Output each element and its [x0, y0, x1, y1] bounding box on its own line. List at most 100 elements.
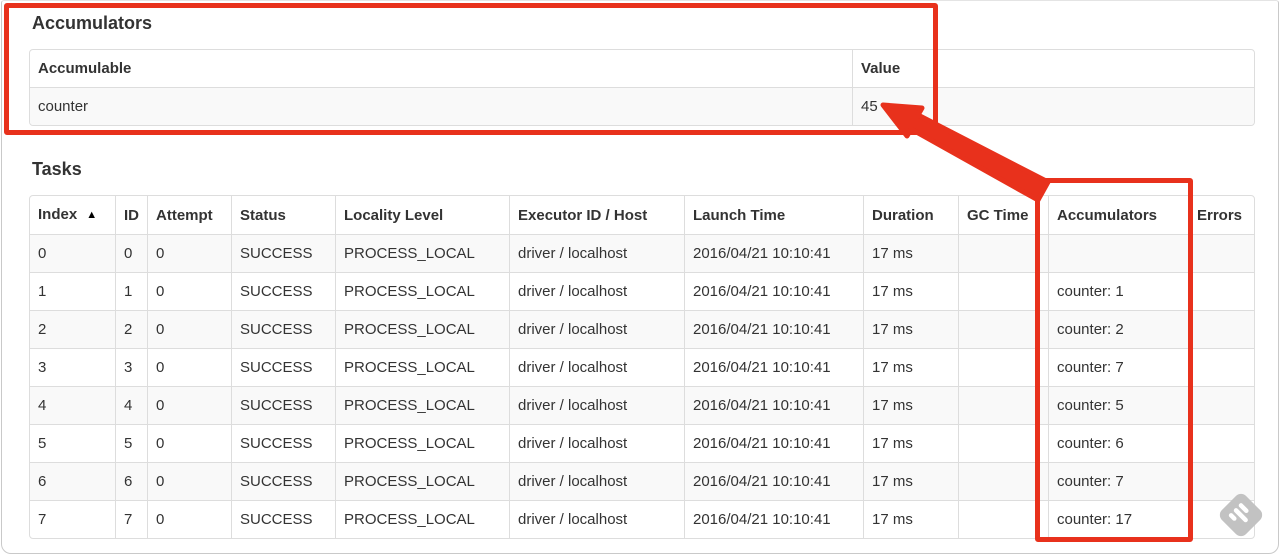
cell: counter: 7 [1048, 462, 1188, 500]
cell: 0 [147, 500, 231, 538]
cell: 1 [30, 272, 115, 310]
column-header-value[interactable]: Value [852, 50, 1254, 87]
column-header-label: Status [240, 206, 286, 224]
column-header-gc-time[interactable]: GC Time [958, 196, 1048, 234]
accumulators-section-heading: Accumulators [32, 13, 153, 33]
cell: 2 [115, 310, 147, 348]
cell: driver / localhost [509, 272, 684, 310]
cell: PROCESS_LOCAL [335, 386, 509, 424]
cell: driver / localhost [509, 234, 684, 272]
main-content: Accumulators Accumulable Value counter 45 … [2, 1, 1278, 539]
cell: counter: 6 [1048, 424, 1188, 462]
cell: SUCCESS [231, 272, 335, 310]
cell: 2016/04/21 10:10:41 [684, 348, 863, 386]
column-header-label: Accumulable [38, 60, 132, 77]
cell: 0 [147, 348, 231, 386]
cell: SUCCESS [231, 500, 335, 538]
table-row: counter 45 [30, 87, 1254, 125]
tasks-section-heading: Tasks [32, 159, 82, 179]
cell [958, 500, 1048, 538]
cell: 0 [147, 234, 231, 272]
cell: counter: 2 [1048, 310, 1188, 348]
sort-asc-icon: ▲ [86, 209, 98, 221]
cell: PROCESS_LOCAL [335, 424, 509, 462]
cell: 17 ms [863, 424, 958, 462]
cell: 1 [115, 272, 147, 310]
table-row: 6 6 0 SUCCESS PROCESS_LOCAL driver / localhos… [30, 462, 1254, 500]
cell: counter: 7 [1048, 348, 1188, 386]
column-header-locality-level[interactable]: Locality Level [335, 196, 509, 234]
cell: driver / localhost [509, 348, 684, 386]
table-header-row: Index ▲ ID Attempt Status Locality Level Execu… [30, 196, 1254, 234]
column-header-index[interactable]: Index ▲ [30, 196, 115, 234]
cell: counter: 1 [1048, 272, 1188, 310]
cell: SUCCESS [231, 348, 335, 386]
cell: 5 [30, 424, 115, 462]
cell: 17 ms [863, 234, 958, 272]
cell [958, 310, 1048, 348]
cell: 2016/04/21 10:10:41 [684, 500, 863, 538]
cell: 6 [115, 462, 147, 500]
cell: 0 [147, 424, 231, 462]
table-row: 3 3 0 SUCCESS PROCESS_LOCAL driver / localhos… [30, 348, 1254, 386]
column-header-label: Accumulators [1057, 206, 1158, 224]
column-header-label: Launch Time [693, 206, 786, 224]
cell: PROCESS_LOCAL [335, 272, 509, 310]
accumulators-table: Accumulable Value counter 45 [29, 49, 1255, 126]
column-header-label: Errors [1197, 206, 1243, 224]
cell: PROCESS_LOCAL [335, 234, 509, 272]
cell: 45 [852, 87, 1254, 125]
cell: driver / localhost [509, 386, 684, 424]
cell: 17 ms [863, 462, 958, 500]
column-header-attempt[interactable]: Attempt [147, 196, 231, 234]
column-header-accumulable[interactable]: Accumulable [30, 50, 852, 87]
cell: 0 [147, 272, 231, 310]
cell: 5 [115, 424, 147, 462]
column-header-executor-id-host[interactable]: Executor ID / Host [509, 196, 684, 234]
column-header-id[interactable]: ID [115, 196, 147, 234]
cell [958, 462, 1048, 500]
table-row: 0 0 0 SUCCESS PROCESS_LOCAL driver / localhos… [30, 234, 1254, 272]
cell: 7 [30, 500, 115, 538]
cell: 0 [147, 386, 231, 424]
cell [1188, 272, 1254, 310]
cell: 17 ms [863, 310, 958, 348]
cell: 2016/04/21 10:10:41 [684, 272, 863, 310]
column-header-label: Value [861, 60, 901, 77]
cell: 17 ms [863, 386, 958, 424]
cell: 2016/04/21 10:10:41 [684, 310, 863, 348]
cell: counter: 5 [1048, 386, 1188, 424]
cell: 2016/04/21 10:10:41 [684, 386, 863, 424]
cell [1048, 234, 1188, 272]
cell: 0 [30, 234, 115, 272]
column-header-duration[interactable]: Duration [863, 196, 958, 234]
cell: PROCESS_LOCAL [335, 310, 509, 348]
cell: PROCESS_LOCAL [335, 500, 509, 538]
column-header-accumulators[interactable]: Accumulators [1048, 196, 1188, 234]
cell [1188, 424, 1254, 462]
cell: 17 ms [863, 272, 958, 310]
cell: 0 [147, 310, 231, 348]
cell: 7 [115, 500, 147, 538]
cell: 2016/04/21 10:10:41 [684, 234, 863, 272]
cell: PROCESS_LOCAL [335, 462, 509, 500]
cell: 2016/04/21 10:10:41 [684, 462, 863, 500]
column-header-launch-time[interactable]: Launch Time [684, 196, 863, 234]
cell [958, 234, 1048, 272]
cell [1188, 462, 1254, 500]
cell: 3 [115, 348, 147, 386]
column-header-label: Duration [872, 206, 934, 224]
cell: SUCCESS [231, 424, 335, 462]
table-row: 7 7 0 SUCCESS PROCESS_LOCAL driver / localhos… [30, 500, 1254, 538]
cell: SUCCESS [231, 234, 335, 272]
cell: driver / localhost [509, 310, 684, 348]
column-header-errors[interactable]: Errors [1188, 196, 1254, 234]
cell [1188, 386, 1254, 424]
column-header-label: Attempt [156, 206, 213, 224]
cell: 2016/04/21 10:10:41 [684, 424, 863, 462]
cell: 4 [30, 386, 115, 424]
cell: 0 [115, 234, 147, 272]
column-header-status[interactable]: Status [231, 196, 335, 234]
cell: counter [30, 87, 852, 125]
column-header-label: Index [38, 206, 78, 223]
